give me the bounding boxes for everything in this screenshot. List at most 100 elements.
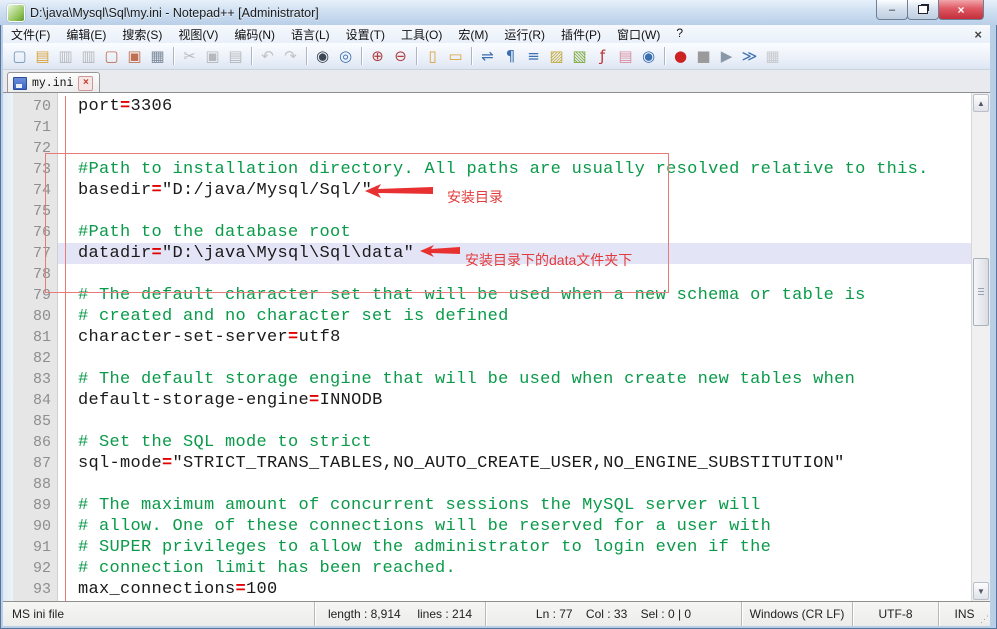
paste-icon[interactable]: ▤ [225,46,246,67]
code-line-91[interactable]: # SUPER privileges to allow the administ… [58,537,971,558]
scroll-up-arrow[interactable]: ▲ [973,94,989,112]
code-segment: # The default storage engine that will b… [78,370,855,389]
bookmark-margin[interactable] [3,93,13,601]
close-all-documents-icon[interactable]: ▣ [124,46,145,67]
restore-button[interactable] [907,0,939,20]
menu-item[interactable]: 设置(T) [338,26,393,43]
replace-icon[interactable]: ◎ [335,46,356,67]
toolbar: ▢▤▥▥▢▣▦✂▣▤↶↷◉◎⊕⊖▯▭⇌¶≡▨▧ƒ▤◉●■▶≫▦ [3,43,990,70]
menu-close-icon[interactable]: × [974,27,982,42]
menu-item[interactable]: 搜索(S) [114,26,170,43]
minimize-button[interactable]: – [876,0,908,20]
tab-close-icon[interactable]: × [78,76,93,91]
copy-icon[interactable]: ▣ [202,46,223,67]
line-number: 81 [13,327,57,348]
menu-item[interactable]: ? [668,26,691,43]
show-all-characters-icon[interactable]: ¶ [500,46,521,67]
code-line-81[interactable]: character-set-server=utf8 [58,327,971,348]
code-segment: = [152,244,163,263]
menu-item[interactable]: 宏(M) [450,26,496,43]
code-line-77[interactable]: datadir="D:\java\Mysql\Sql\data" [58,243,971,264]
open-folder-icon[interactable]: ▤ [32,46,53,67]
run-macro-multiple-times-icon[interactable]: ≫ [739,46,760,67]
folder-as-workspace-icon[interactable]: ▤ [615,46,636,67]
resize-grip[interactable]: ⋰ [980,614,989,625]
code-line-71[interactable] [58,117,971,138]
code-line-86[interactable]: # Set the SQL mode to strict [58,432,971,453]
line-number: 79 [13,285,57,306]
sync-horizontal-scroll-icon[interactable]: ▭ [445,46,466,67]
code-line-80[interactable]: # created and no character set is define… [58,306,971,327]
line-number: 91 [13,537,57,558]
code-line-83[interactable]: # The default storage engine that will b… [58,369,971,390]
menu-item[interactable]: 工具(O) [393,26,450,43]
cut-icon[interactable]: ✂ [179,46,200,67]
code-line-82[interactable] [58,348,971,369]
code-line-90[interactable]: # allow. One of these connections will b… [58,516,971,537]
close-button[interactable]: × [938,0,984,20]
zoom-out-icon[interactable]: ⊖ [390,46,411,67]
code-lines[interactable]: port=3306 #Path to installation directory… [58,93,971,601]
code-segment: "D:/java/Mysql/Sql/" [162,181,372,200]
tab-my-ini[interactable]: my.ini × [7,72,100,93]
code-line-89[interactable]: # The maximum amount of concurrent sessi… [58,495,971,516]
close-document-icon[interactable]: ▢ [101,46,122,67]
menu-item[interactable]: 文件(F) [3,26,58,43]
status-cursor-position: Ln : 77 Col : 33 Sel : 0 | 0 [485,602,741,626]
line-number: 85 [13,411,57,432]
indent-guide-icon[interactable]: ≡ [523,46,544,67]
sync-vertical-scroll-icon[interactable]: ▯ [422,46,443,67]
function-list-icon[interactable]: ƒ [592,46,613,67]
menu-item[interactable]: 插件(P) [553,26,609,43]
title-bar[interactable]: D:\java\Mysql\Sql\my.ini - Notepad++ [Ad… [0,0,997,25]
code-line-87[interactable]: sql-mode="STRICT_TRANS_TABLES,NO_AUTO_CR… [58,453,971,474]
play-macro-icon[interactable]: ▶ [716,46,737,67]
code-line-75[interactable] [58,201,971,222]
status-insert-mode[interactable]: INS⋰ [938,602,990,626]
code-line-79[interactable]: # The default character set that will be… [58,285,971,306]
new-file-icon[interactable]: ▢ [9,46,30,67]
code-line-73[interactable]: #Path to installation directory. All pat… [58,159,971,180]
undo-icon[interactable]: ↶ [257,46,278,67]
zoom-in-icon[interactable]: ⊕ [367,46,388,67]
code-line-76[interactable]: #Path to the database root [58,222,971,243]
code-segment: "D:\java\Mysql\Sql\data" [162,244,414,263]
stop-macro-icon[interactable]: ■ [693,46,714,67]
code-line-74[interactable]: basedir="D:/java/Mysql/Sql/" [58,180,971,201]
vertical-scrollbar[interactable]: ▲ ▼ [971,93,990,601]
status-length-lines: length : 8,914 lines : 214 [314,602,485,626]
scroll-down-arrow[interactable]: ▼ [973,582,989,600]
code-segment: # SUPER privileges to allow the administ… [78,538,771,557]
menu-item[interactable]: 运行(R) [496,26,553,43]
user-defined-language-icon[interactable]: ▨ [546,46,567,67]
scrollbar-thumb[interactable] [973,258,989,326]
record-macro-icon[interactable]: ● [670,46,691,67]
code-line-92[interactable]: # connection limit has been reached. [58,558,971,579]
code-line-93[interactable]: max_connections=100 [58,579,971,600]
menu-item[interactable]: 语言(L) [283,26,338,43]
code-line-84[interactable]: default-storage-engine=INNODB [58,390,971,411]
code-segment: # allow. One of these connections will b… [78,517,771,536]
code-line-72[interactable] [58,138,971,159]
save-all-icon[interactable]: ▥ [78,46,99,67]
save-recorded-macro-icon[interactable]: ▦ [762,46,783,67]
editor-area: 7071727374757677787980818283848586878889… [3,92,990,601]
menu-item[interactable]: 编码(N) [226,26,283,43]
find-icon[interactable]: ◉ [312,46,333,67]
document-map-icon[interactable]: ▧ [569,46,590,67]
line-number: 88 [13,474,57,495]
save-icon[interactable]: ▥ [55,46,76,67]
status-eol-format[interactable]: Windows (CR LF) [741,602,852,626]
print-icon[interactable]: ▦ [147,46,168,67]
menu-item[interactable]: 窗口(W) [609,26,668,43]
menu-item[interactable]: 编辑(E) [58,26,114,43]
code-line-70[interactable]: port=3306 [58,96,971,117]
monitoring-eye-icon[interactable]: ◉ [638,46,659,67]
code-line-85[interactable] [58,411,971,432]
status-encoding[interactable]: UTF-8 [852,602,938,626]
menu-item[interactable]: 视图(V) [170,26,226,43]
redo-icon[interactable]: ↷ [280,46,301,67]
word-wrap-icon[interactable]: ⇌ [477,46,498,67]
code-line-78[interactable] [58,264,971,285]
code-line-88[interactable] [58,474,971,495]
